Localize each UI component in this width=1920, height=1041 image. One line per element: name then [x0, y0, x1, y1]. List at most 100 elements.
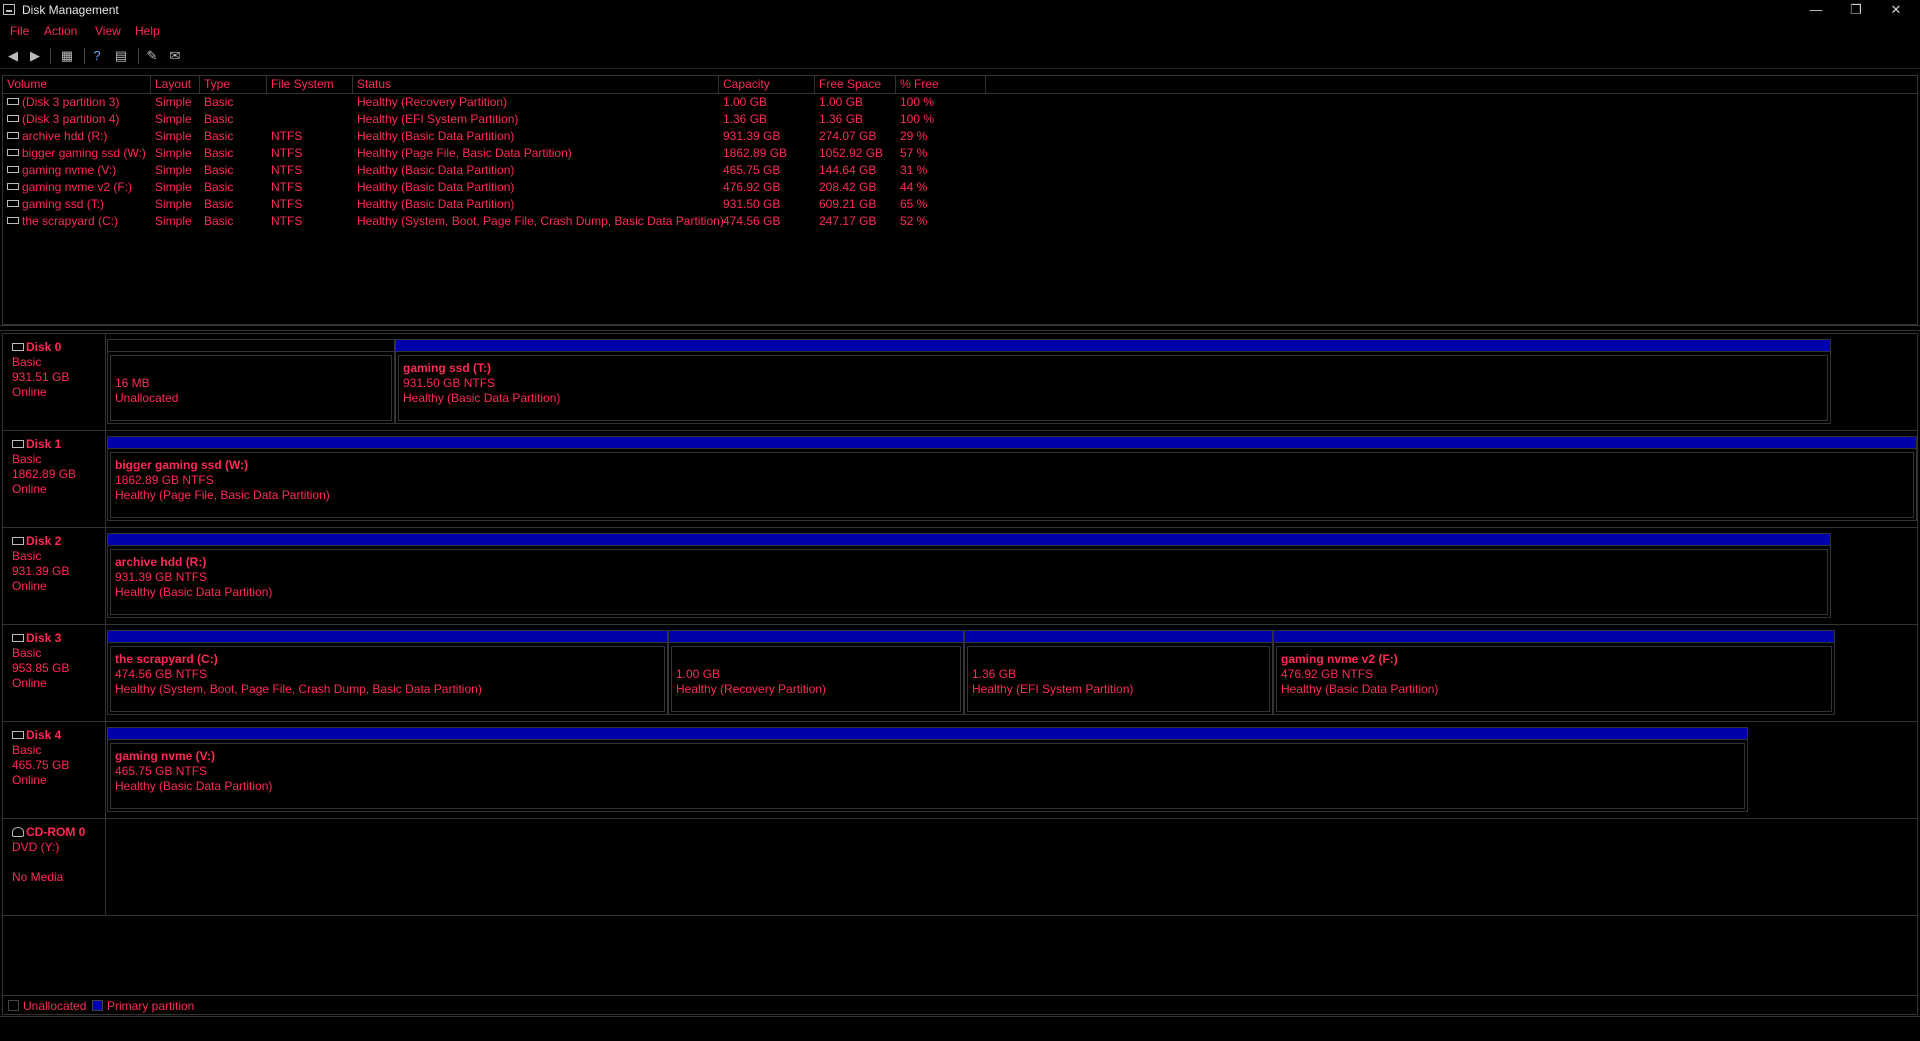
volume-row[interactable]: the scrapyard (C:) Simple Basic NTFS Healthy…: [3, 213, 1917, 230]
column-file-system[interactable]: File System: [267, 76, 353, 93]
cell-type: Basic: [204, 129, 234, 143]
disk-label[interactable]: Disk 4 Basic 465.75 GB Online: [3, 722, 106, 818]
cell-volume: gaming nvme (V:): [3, 162, 116, 179]
back-icon[interactable]: ◀: [4, 47, 22, 64]
cell-layout: Simple: [155, 146, 192, 160]
volume-row[interactable]: (Disk 3 partition 3) Simple Basic Healthy (…: [3, 94, 1917, 111]
cell-layout: Simple: [155, 214, 192, 228]
partition[interactable]: bigger gaming ssd (W:) 1862.89 GB NTFS Hea…: [107, 436, 1917, 521]
partition[interactable]: gaming nvme v2 (F:) 476.92 GB NTFS Healthy…: [1273, 630, 1835, 715]
partition-body: 1.00 GB Healthy (Recovery Partition): [671, 646, 961, 712]
column-status[interactable]: Status: [353, 76, 719, 93]
partition-status: Healthy (EFI System Partition): [972, 682, 1134, 696]
column-capacity[interactable]: Capacity: [719, 76, 815, 93]
panel-splitter[interactable]: [0, 325, 1920, 331]
properties-icon[interactable]: ▦: [58, 47, 76, 64]
cell-file-system: NTFS: [271, 163, 303, 177]
disk-label[interactable]: Disk 0 Basic 931.51 GB Online: [3, 334, 106, 430]
legend-unallocated-label: Unallocated: [23, 999, 87, 1013]
disk-label[interactable]: Disk 2 Basic 931.39 GB Online: [3, 528, 106, 624]
restore-button[interactable]: ❐: [1836, 0, 1876, 22]
partition[interactable]: gaming ssd (T:) 931.50 GB NTFS Healthy (Ba…: [395, 339, 1831, 424]
message-icon[interactable]: ✉: [166, 47, 184, 64]
cell-percent-free: 100 %: [900, 112, 935, 126]
volume-row[interactable]: archive hdd (R:) Simple Basic NTFS Healthy (…: [3, 128, 1917, 145]
column-free-space[interactable]: Free Space: [815, 76, 896, 93]
disk-name: Disk 2: [26, 534, 62, 548]
column-volume[interactable]: Volume: [3, 76, 151, 93]
disk-type: Basic: [12, 355, 42, 369]
close-button[interactable]: ✕: [1876, 0, 1916, 22]
partition-size: 465.75 GB NTFS: [115, 764, 208, 778]
partition[interactable]: 1.00 GB Healthy (Recovery Partition): [668, 630, 964, 715]
show-hide-console-tree-icon[interactable]: ▤: [112, 47, 130, 64]
unallocated-space[interactable]: 16 MB Unallocated: [107, 339, 395, 424]
menu-help[interactable]: Help: [135, 24, 160, 38]
disk-icon: [12, 342, 24, 351]
cdrom-label[interactable]: CD-ROM 0 DVD (Y:) No Media: [3, 819, 106, 915]
toolbar-separator: [138, 48, 139, 64]
partition-size: 1.00 GB: [676, 667, 721, 681]
help-icon[interactable]: ?: [88, 47, 106, 64]
volume-icon: [7, 98, 19, 106]
menu-view[interactable]: View: [95, 24, 121, 38]
partition-status: Healthy (Recovery Partition): [676, 682, 827, 696]
disk-status: Online: [12, 482, 47, 496]
forward-icon[interactable]: ▶: [26, 47, 44, 64]
column-percent-free[interactable]: % Free: [896, 76, 986, 93]
menu-file[interactable]: File: [10, 24, 29, 38]
window-title: Disk Management: [22, 3, 119, 17]
cell-percent-free: 57 %: [900, 146, 928, 160]
cell-layout: Simple: [155, 112, 192, 126]
menu-bar: File Action View Help: [0, 22, 1920, 42]
minimize-button[interactable]: —: [1796, 0, 1836, 22]
cell-free-space: 1.00 GB: [819, 95, 864, 109]
partition[interactable]: archive hdd (R:) 931.39 GB NTFS Healthy (B…: [107, 533, 1831, 618]
partition-status: Unallocated: [115, 391, 179, 405]
disk-management-icon: [3, 4, 15, 15]
partition[interactable]: gaming nvme (V:) 465.75 GB NTFS Healthy (B…: [107, 727, 1748, 812]
cell-volume-text: gaming ssd (T:): [22, 197, 105, 211]
cell-capacity: 1.36 GB: [723, 112, 768, 126]
status-bar: [0, 1016, 1920, 1041]
disk-size: 931.51 GB: [12, 370, 70, 384]
cell-volume-text: gaming nvme v2 (F:): [22, 180, 133, 194]
cell-capacity: 1862.89 GB: [723, 146, 788, 160]
column-type[interactable]: Type: [200, 76, 267, 93]
volume-list-header: Volume Layout Type File System Status Ca…: [3, 76, 1917, 94]
cell-percent-free: 44 %: [900, 180, 928, 194]
volume-row[interactable]: gaming ssd (T:) Simple Basic NTFS Healthy (B…: [3, 196, 1917, 213]
cell-volume-text: the scrapyard (C:): [22, 214, 119, 228]
partition-status: Healthy (Basic Data Partition): [403, 391, 561, 405]
disk-type: Basic: [12, 549, 42, 563]
volume-list: Volume Layout Type File System Status Ca…: [2, 75, 1918, 325]
partition[interactable]: 1.36 GB Healthy (EFI System Partition): [964, 630, 1273, 715]
disk-name: Disk 0: [26, 340, 62, 354]
toolbar-separator: [50, 48, 51, 64]
cell-volume: gaming ssd (T:): [3, 196, 104, 213]
volume-row[interactable]: gaming nvme v2 (F:) Simple Basic NTFS Health…: [3, 179, 1917, 196]
volume-icon: [7, 217, 19, 225]
disk-icon: [12, 536, 24, 545]
column-layout[interactable]: Layout: [151, 76, 200, 93]
cell-type: Basic: [204, 95, 234, 109]
volume-row[interactable]: gaming nvme (V:) Simple Basic NTFS Healthy (…: [3, 162, 1917, 179]
cell-status: Healthy (Basic Data Partition): [357, 197, 515, 211]
volume-row[interactable]: (Disk 3 partition 4) Simple Basic Healthy (…: [3, 111, 1917, 128]
disk-label[interactable]: Disk 1 Basic 1862.89 GB Online: [3, 431, 106, 527]
partition[interactable]: the scrapyard (C:) 474.56 GB NTFS Healthy …: [107, 630, 668, 715]
disk-size: 953.85 GB: [12, 661, 70, 675]
cell-type: Basic: [204, 180, 234, 194]
cell-file-system: NTFS: [271, 129, 303, 143]
partition-status: Healthy (Page File, Basic Data Partition…: [115, 488, 330, 502]
menu-action[interactable]: Action: [44, 24, 77, 38]
cell-layout: Simple: [155, 95, 192, 109]
legend-primary-swatch: [92, 1000, 103, 1011]
volume-row[interactable]: bigger gaming ssd (W:) Simple Basic NTFS Hea…: [3, 145, 1917, 162]
partition-body: gaming nvme v2 (F:) 476.92 GB NTFS Healthy…: [1276, 646, 1832, 712]
connect-icon[interactable]: ✎: [143, 47, 161, 64]
primary-partition-bar: [396, 340, 1830, 352]
partition-body: archive hdd (R:) 931.39 GB NTFS Healthy (B…: [110, 549, 1828, 615]
disk-label[interactable]: Disk 3 Basic 953.85 GB Online: [3, 625, 106, 721]
disk-icon: [12, 730, 24, 739]
